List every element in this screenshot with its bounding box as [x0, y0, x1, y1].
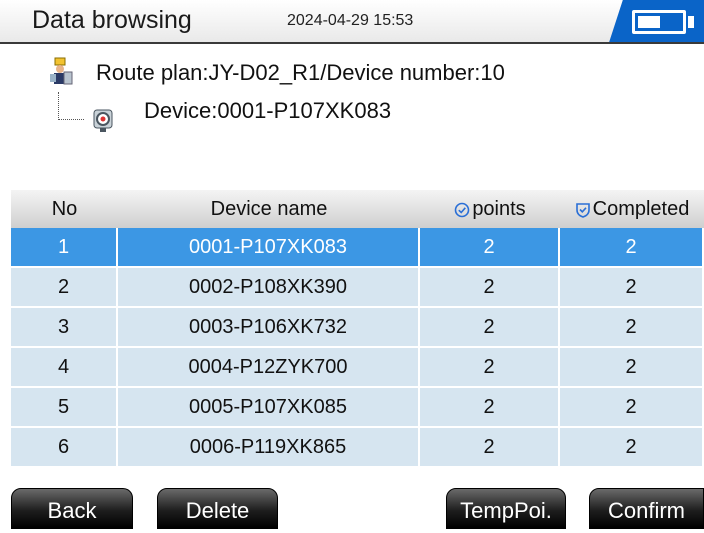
table-header: No Device name points Completed — [11, 190, 704, 229]
delete-button[interactable]: Delete — [157, 488, 278, 529]
title-bar: Data browsing 2024-04-29 15:53 — [0, 0, 704, 44]
column-header-points: points — [420, 190, 560, 228]
battery-level — [638, 16, 660, 28]
cell-no: 3 — [11, 308, 118, 346]
temp-point-button[interactable]: TempPoi. — [446, 488, 566, 529]
cell-completed: 2 — [560, 388, 704, 426]
route-plan-icon — [50, 57, 73, 85]
table-row[interactable]: 5 0005-P107XK085 2 2 — [11, 388, 704, 428]
cell-device-name: 0001-P107XK083 — [118, 228, 420, 266]
tree-connector — [58, 119, 84, 120]
cell-device-name: 0002-P108XK390 — [118, 268, 420, 306]
datetime-label: 2024-04-29 15:53 — [287, 12, 414, 29]
column-header-device-name: Device name — [210, 198, 328, 220]
cell-device-name: 0006-P119XK865 — [118, 428, 420, 466]
cell-points: 2 — [420, 228, 560, 266]
cell-no: 4 — [11, 348, 118, 386]
tree-connector — [58, 92, 59, 120]
cell-points: 2 — [420, 308, 560, 346]
battery-icon — [632, 10, 686, 34]
confirm-button[interactable]: Confirm — [589, 488, 704, 529]
cell-completed: 2 — [560, 348, 704, 386]
table-row[interactable]: 6 0006-P119XK865 2 2 — [11, 428, 704, 468]
back-button[interactable]: Back — [11, 488, 133, 529]
device-icon — [93, 109, 113, 132]
table-row[interactable]: 3 0003-P106XK732 2 2 — [11, 308, 704, 348]
battery-tip — [688, 16, 694, 28]
cell-points: 2 — [420, 268, 560, 306]
column-header-no: No — [51, 198, 78, 220]
cell-points: 2 — [420, 388, 560, 426]
points-icon — [455, 202, 470, 218]
completed-icon — [575, 202, 590, 218]
cell-points: 2 — [420, 428, 560, 466]
table-row[interactable]: 1 0001-P107XK083 2 2 — [11, 228, 704, 268]
cell-no: 2 — [11, 268, 118, 306]
cell-completed: 2 — [560, 308, 704, 346]
device-text: Device:0001-P107XK083 — [144, 98, 392, 123]
cell-device-name: 0005-P107XK085 — [118, 388, 420, 426]
table-row[interactable]: 2 0002-P108XK390 2 2 — [11, 268, 704, 308]
cell-device-name: 0004-P12ZYK700 — [118, 348, 420, 386]
cell-no: 6 — [11, 428, 118, 466]
column-header-completed: Completed — [560, 190, 704, 228]
points-label: points — [472, 198, 526, 220]
page-title: Data browsing — [32, 6, 192, 34]
route-plan-text: Route plan:JY-D02_R1/Device number:10 — [96, 60, 505, 85]
cell-device-name: 0003-P106XK732 — [118, 308, 420, 346]
cell-no: 5 — [11, 388, 118, 426]
cell-completed: 2 — [560, 268, 704, 306]
cell-points: 2 — [420, 348, 560, 386]
table-row[interactable]: 4 0004-P12ZYK700 2 2 — [11, 348, 704, 388]
completed-label: Completed — [592, 198, 690, 220]
cell-completed: 2 — [560, 228, 704, 266]
cell-completed: 2 — [560, 428, 704, 466]
cell-no: 1 — [11, 228, 118, 266]
battery-indicator — [606, 0, 704, 42]
